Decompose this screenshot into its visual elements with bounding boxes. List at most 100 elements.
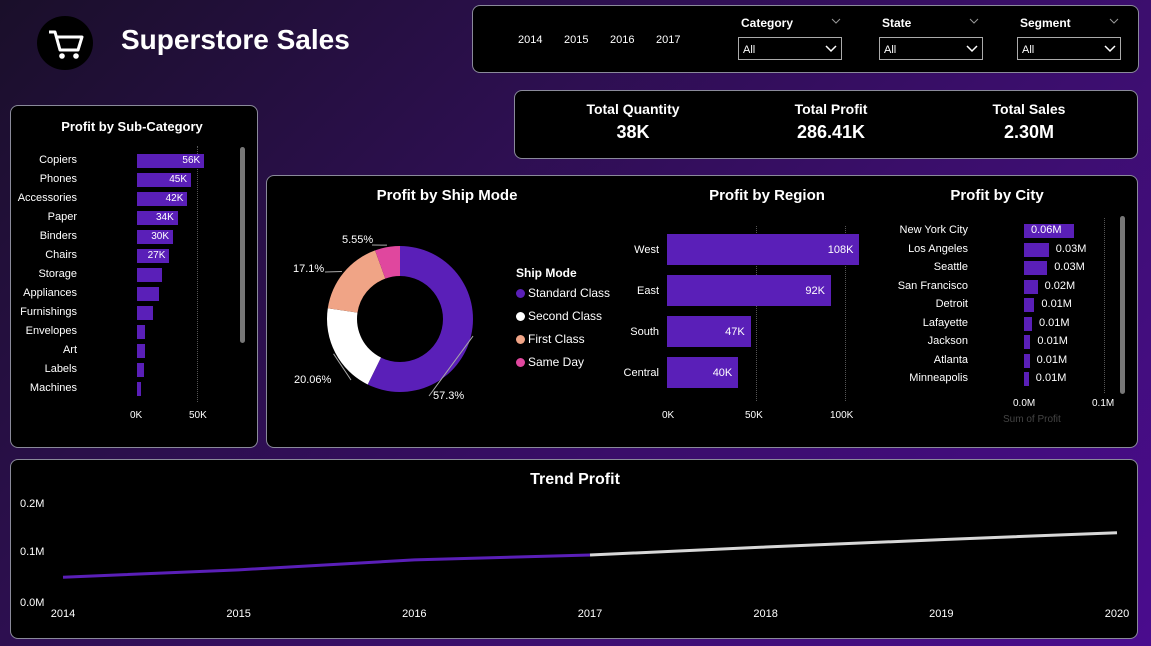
legend-label: Second Class <box>528 309 603 323</box>
region-label: Central <box>623 367 659 379</box>
scrollbar[interactable] <box>1120 216 1125 394</box>
subcategory-label: Labels <box>44 363 77 375</box>
chevron-down-icon[interactable] <box>1109 17 1119 25</box>
shipmode-legend-item[interactable]: Standard Class <box>516 286 610 300</box>
year-2014[interactable]: 2014 <box>518 34 542 46</box>
subcategory-bar[interactable] <box>137 287 159 301</box>
region-label: West <box>634 244 659 256</box>
city-bar[interactable] <box>1024 353 1030 368</box>
segment-dropdown[interactable]: All <box>1017 37 1121 60</box>
middle-panel: Profit by Ship Mode 57.3% 20.06% 17.1% 5.55… <box>266 175 1138 448</box>
state-value: All <box>884 44 897 56</box>
year-2015[interactable]: 2015 <box>564 34 588 46</box>
chevron-down-icon <box>825 45 837 53</box>
subcategory-label: Envelopes <box>25 325 77 337</box>
city-bar[interactable] <box>1024 261 1048 275</box>
kpi-quantity-label: Total Quantity <box>586 101 680 117</box>
kpi-sales-label: Total Sales <box>992 101 1066 117</box>
city-data-label: 0.06M <box>1031 224 1062 236</box>
city-data-label: 0.01M <box>1039 316 1070 329</box>
trend-xtick: 2019 <box>929 608 953 620</box>
city-label: Los Angeles <box>908 242 968 255</box>
region-data-label: 40K <box>712 367 733 379</box>
shipmode-title: Profit by Ship Mode <box>376 187 518 204</box>
legend-dot <box>516 312 525 322</box>
kpi-profit-label: Total Profit <box>794 101 868 117</box>
city-label: Minneapolis <box>909 372 968 384</box>
state-dropdown[interactable]: All <box>879 37 983 60</box>
shipmode-legend-item[interactable]: Same Day <box>516 355 584 369</box>
city-bar[interactable] <box>1024 316 1032 331</box>
subcategory-label: Copiers <box>39 154 77 166</box>
city-bar[interactable] <box>1024 372 1029 386</box>
subcategory-label: Phones <box>39 173 77 185</box>
city-bar[interactable] <box>1024 279 1038 294</box>
year-2016[interactable]: 2016 <box>610 34 634 46</box>
trend-xtick: 2016 <box>402 608 426 620</box>
subcategory-bar[interactable] <box>137 268 163 282</box>
region-tick-50: 50K <box>745 410 763 421</box>
trend-xtick: 2017 <box>578 608 602 620</box>
subcategory-bar[interactable] <box>137 306 153 320</box>
city-bar[interactable] <box>1024 242 1049 257</box>
year-2017[interactable]: 2017 <box>656 34 680 46</box>
legend-label: Same Day <box>528 355 585 369</box>
subcategory-bar[interactable] <box>137 382 142 396</box>
trend-line[interactable] <box>589 531 1118 557</box>
region-data-label: 47K <box>725 326 745 338</box>
region-tick-100: 100K <box>830 410 854 421</box>
subcategory-bar[interactable] <box>137 344 145 358</box>
city-title: Profit by City <box>950 187 1044 204</box>
chevron-down-icon[interactable] <box>831 17 841 25</box>
shipmode-legend-item[interactable]: Second Class <box>516 309 602 323</box>
chevron-down-icon[interactable] <box>969 17 979 25</box>
city-label: Seattle <box>933 261 968 273</box>
subcategory-label: Storage <box>38 268 77 280</box>
subcategory-data-label: 27K <box>147 250 166 261</box>
page-title: Superstore Sales <box>121 24 350 55</box>
donut-slice[interactable] <box>327 308 381 385</box>
subcategory-label: Machines <box>29 382 77 394</box>
shipmode-legend-item[interactable]: First Class <box>516 332 585 346</box>
city-data-label: 0.03M <box>1055 242 1087 255</box>
region-label: East <box>636 285 659 297</box>
region-title: Profit by Region <box>709 187 825 204</box>
donut-data-label: 20.06% <box>294 374 332 386</box>
chevron-down-icon <box>966 45 978 53</box>
kpi-profit-value: 286.41K <box>796 122 866 142</box>
kpi-panel: Total Quantity 38K Total Profit 286.41K … <box>514 90 1138 159</box>
city-tick-01: 0.1M <box>1092 398 1115 409</box>
subcategory-bar[interactable] <box>137 325 146 339</box>
donut-slice[interactable] <box>327 250 386 313</box>
trend-xtick: 2020 <box>1105 608 1129 620</box>
trend-xtick: 2018 <box>753 608 777 620</box>
category-dropdown[interactable]: All <box>738 37 842 60</box>
region-data-label: 108K <box>827 244 854 256</box>
chevron-down-icon <box>1104 45 1116 53</box>
shipmode-donut-chart: 57.3% 20.06% 17.1% 5.55% <box>293 234 474 402</box>
city-label: San Francisco <box>897 279 968 292</box>
kpi-quantity-value: 38K <box>616 122 650 142</box>
city-bar[interactable] <box>1024 298 1035 312</box>
category-label: Category <box>741 16 794 30</box>
gridline <box>1104 218 1105 393</box>
subcategory-label: Art <box>62 344 77 356</box>
city-label: Lafayette <box>922 316 968 329</box>
scrollbar[interactable] <box>240 147 245 343</box>
subcategory-bar[interactable] <box>137 363 144 377</box>
city-label: Jackson <box>927 335 968 347</box>
state-label: State <box>882 16 912 30</box>
subcategory-data-label: 45K <box>169 174 187 185</box>
region-data-label: 92K <box>805 285 825 297</box>
city-axis-title: Sum of Profit <box>1003 414 1061 425</box>
trend-line[interactable] <box>62 553 591 579</box>
subcategory-label: Furnishings <box>20 306 77 318</box>
category-value: All <box>743 44 756 56</box>
legend-label: First Class <box>528 332 585 346</box>
trend-line-chart: 2014 2015 2016 2017 2018 2019 2020 <box>51 531 1129 620</box>
donut-data-label: 17.1% <box>293 263 324 275</box>
city-tick-0: 0.0M <box>1013 398 1036 409</box>
kpi-sales-value: 2.30M <box>1003 122 1055 142</box>
city-data-label: 0.01M <box>1036 353 1068 366</box>
city-bar[interactable] <box>1024 335 1031 349</box>
